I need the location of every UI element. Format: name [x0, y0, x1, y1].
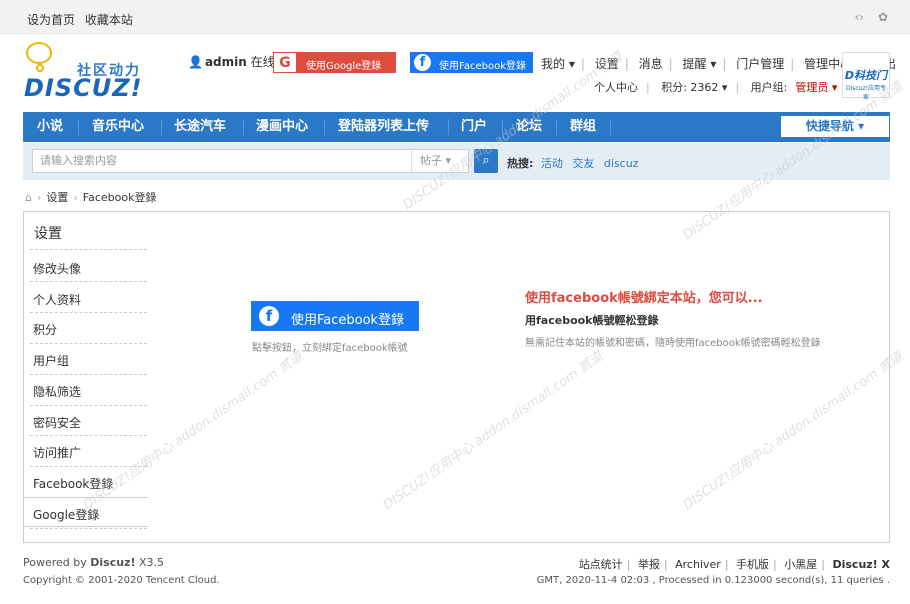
search-icon: ⌕: [482, 153, 490, 168]
nav-item-novel[interactable]: 小说: [37, 112, 63, 142]
footer-stats-link[interactable]: 站点统计: [579, 558, 623, 571]
sidebar-item-usergroup[interactable]: 用户组: [33, 352, 69, 369]
footer-archiver-link[interactable]: Archiver: [675, 558, 721, 571]
nav-item-launcher-upload[interactable]: 登陆器列表上传: [338, 112, 429, 142]
logo-en-text: DISCUZ!: [24, 74, 143, 102]
sidebar-item-promotion[interactable]: 访问推广: [33, 444, 81, 461]
powered-by: Powered by Discuz! X3.5: [23, 556, 165, 569]
nav-item-forum[interactable]: 论坛: [516, 112, 542, 142]
bind-subtitle: 用facebook帳號輕松登錄: [525, 314, 659, 327]
usergroup-label: 用户组:: [750, 81, 788, 94]
my-menu[interactable]: 我的 ▾: [541, 57, 575, 71]
footer-blackroom-link[interactable]: 小黑屋: [784, 558, 817, 571]
settings-link[interactable]: 设置: [595, 57, 619, 71]
copyright: Copyright © 2001-2020 Tencent Cloud.: [23, 575, 220, 586]
home-icon[interactable]: ⌂: [25, 191, 32, 204]
portal-admin-link[interactable]: 门户管理: [736, 57, 784, 71]
sidebar-title: 设置: [34, 226, 62, 242]
breadcrumb-current: Facebook登錄: [82, 191, 157, 204]
facebook-bind-button[interactable]: f 使用Facebook登錄: [251, 301, 419, 331]
breadcrumb-settings[interactable]: 设置: [46, 191, 68, 204]
content-panel: [23, 211, 890, 543]
code-icon[interactable]: ‹›: [855, 10, 865, 24]
usergroup-menu[interactable]: 管理员 ▾: [795, 81, 837, 94]
nav-item-music[interactable]: 音乐中心: [92, 112, 144, 142]
footer-mobile-link[interactable]: 手机版: [736, 558, 769, 571]
quick-nav-button[interactable]: 快捷导航 ▾: [781, 116, 889, 137]
set-homepage-link[interactable]: 设为首页: [27, 13, 75, 27]
facebook-icon: f: [259, 306, 279, 326]
online-status: 在线: [250, 55, 275, 69]
nav-item-bus[interactable]: 长途汽车: [174, 112, 226, 142]
personal-center-link[interactable]: 个人中心: [594, 81, 638, 94]
hot-search: 热搜: 活动 交友 discuz: [507, 157, 639, 170]
bind-description: 無需記住本站的帳號和密碼，隨時使用facebook帳號密碼輕松登錄: [525, 338, 821, 349]
main-nav: 小说 音乐中心 长途汽车 漫画中心 登陆器列表上传 门户 论坛 群组: [23, 112, 890, 142]
messages-link[interactable]: 消息: [639, 57, 663, 71]
nav-item-group[interactable]: 群组: [570, 112, 596, 142]
hot-search-item[interactable]: 活动: [541, 157, 563, 170]
sidebar-item-password[interactable]: 密码安全: [33, 414, 81, 431]
search-input[interactable]: 请输入搜索内容: [32, 149, 412, 173]
user-icon: 👤: [188, 55, 203, 69]
reminders-menu[interactable]: 提醒 ▾: [683, 57, 717, 71]
breadcrumb: ⌂ › 设置 › Facebook登錄: [25, 191, 157, 204]
logo-bubble-icon: [26, 42, 52, 64]
footer-report-link[interactable]: 举报: [638, 558, 660, 571]
nav-item-comic[interactable]: 漫画中心: [256, 112, 308, 142]
google-login-button[interactable]: G 使用Google登錄: [273, 52, 396, 73]
top-strip: 设为首页 收藏本站 ‹› ✿: [0, 0, 910, 34]
google-icon: G: [273, 52, 297, 73]
hot-search-item[interactable]: discuz: [604, 157, 639, 170]
sidebar-item-google[interactable]: Google登錄: [33, 506, 99, 523]
palette-icon[interactable]: ✿: [878, 10, 888, 24]
search-type-select[interactable]: 帖子 ▾: [411, 149, 469, 173]
footer-discuz-link[interactable]: Discuz! X: [832, 558, 890, 571]
bind-title: 使用facebook帳號綁定本站，您可以...: [525, 291, 763, 306]
sidebar-item-privacy[interactable]: 隐私筛选: [33, 383, 81, 400]
user-status: 👤admin 在线 |: [188, 53, 283, 70]
hot-search-item[interactable]: 交友: [572, 157, 594, 170]
search-button[interactable]: ⌕: [474, 149, 498, 173]
sidebar-item-avatar[interactable]: 修改头像: [33, 260, 81, 277]
nav-item-portal[interactable]: 门户: [461, 112, 487, 142]
facebook-login-button[interactable]: f 使用Facebook登錄: [410, 52, 533, 73]
username-link[interactable]: admin: [205, 55, 247, 69]
footer-links: 站点统计 | 举报 | Archiver | 手机版 | 小黑屋 | Discuz! X: [578, 558, 890, 571]
sidebar-item-credits[interactable]: 积分: [33, 321, 57, 338]
points-menu[interactable]: 积分: 2362 ▾: [661, 81, 727, 94]
bookmark-link[interactable]: 收藏本站: [85, 13, 133, 27]
sidebar-item-facebook[interactable]: Facebook登錄: [33, 475, 113, 492]
partner-badge[interactable]: D科技门 Discuz!应用专家: [842, 52, 890, 101]
facebook-icon: f: [414, 54, 431, 71]
sidebar-item-profile[interactable]: 个人资料: [33, 291, 81, 308]
bind-hint: 點擊按鈕，立刻綁定facebook帳號: [252, 343, 408, 354]
user-subline: 个人中心 | 积分: 2362 ▾ | 用户组: 管理员 ▾: [594, 81, 838, 94]
site-logo[interactable]: 社区动力 DISCUZ!: [22, 40, 147, 102]
discuz-link[interactable]: Discuz!: [90, 556, 135, 569]
footer-stats: GMT, 2020-11-4 02:03 , Processed in 0.12…: [536, 575, 890, 586]
